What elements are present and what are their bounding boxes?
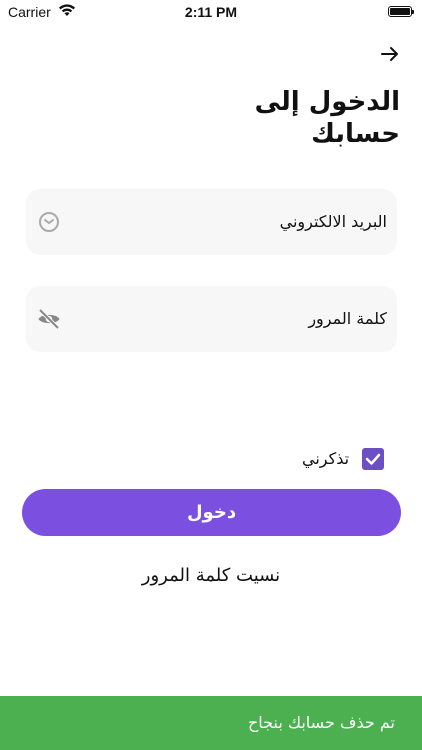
success-toast: تم حذف حسابك بنجاح: [0, 696, 422, 750]
page-title: الدخول إلى حسابك: [254, 87, 400, 149]
email-placeholder: البريد الالكتروني: [279, 212, 387, 231]
eye-off-icon[interactable]: [37, 307, 61, 331]
password-field[interactable]: كلمة المرور: [26, 286, 397, 352]
email-field[interactable]: البريد الالكتروني: [26, 189, 397, 255]
arrow-right-icon[interactable]: [378, 42, 402, 66]
remember-checkbox[interactable]: [362, 448, 384, 470]
remember-me[interactable]: تذكرني: [300, 448, 390, 472]
status-time: 2:11 PM: [184, 4, 238, 20]
toast-message: تم حذف حسابك بنجاح: [247, 713, 395, 732]
login-button[interactable]: دخول: [22, 489, 401, 536]
password-placeholder: كلمة المرور: [308, 309, 387, 328]
battery-icon: [388, 6, 414, 17]
remember-label: تذكرني: [302, 449, 350, 468]
check-icon: [365, 453, 381, 465]
forgot-password-link[interactable]: نسيت كلمة المرور: [0, 565, 422, 586]
status-bar: Carrier 2:11 PM: [0, 0, 422, 24]
clock-icon: [39, 212, 59, 232]
